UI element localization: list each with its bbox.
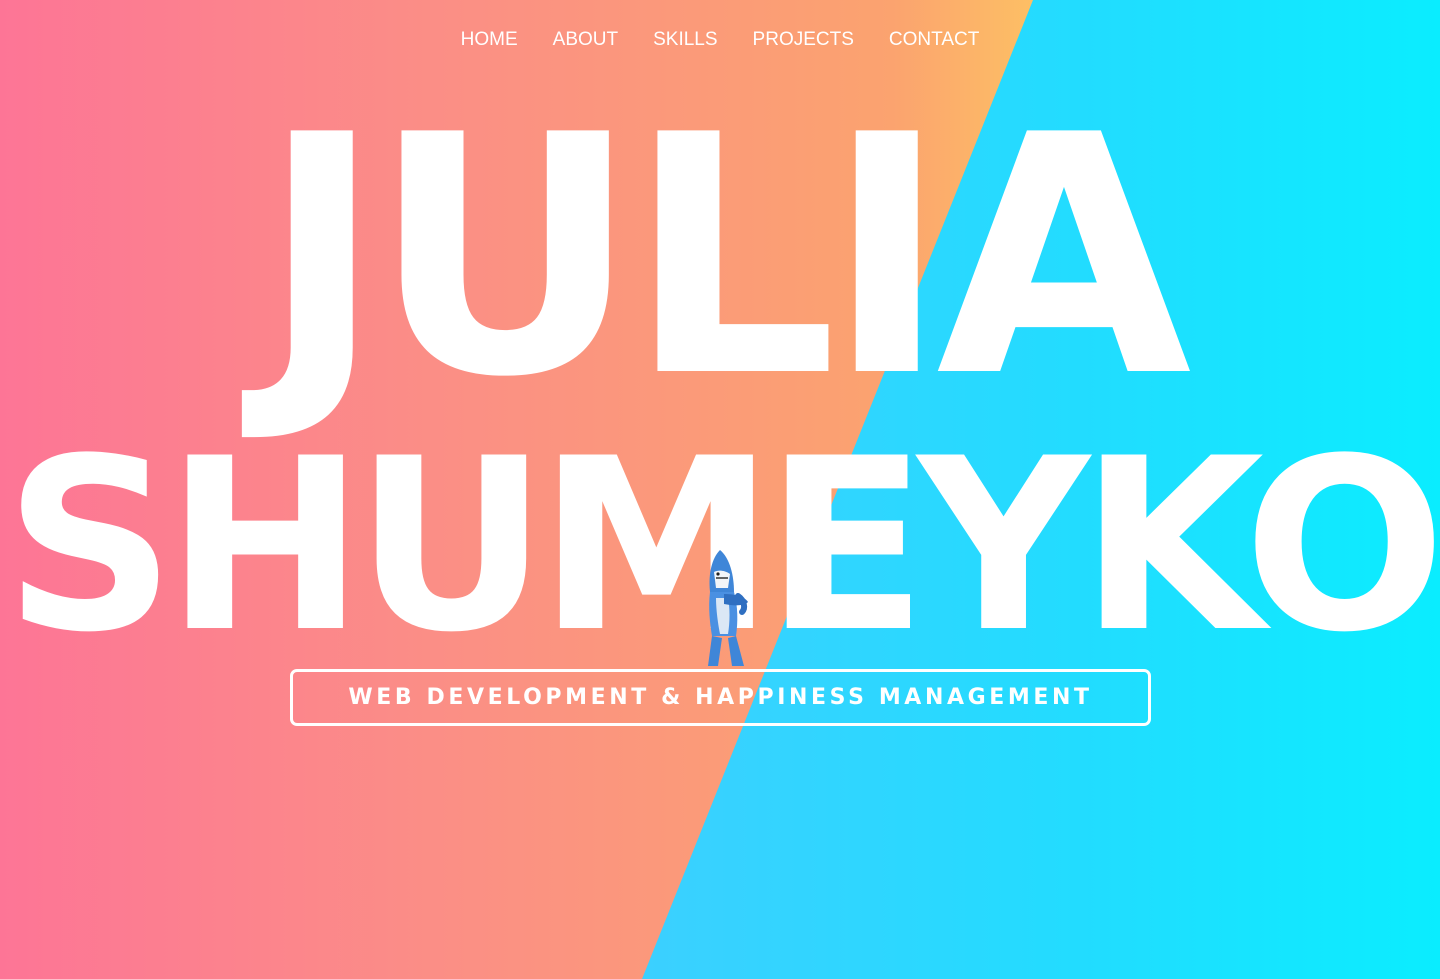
tagline-text: WEB DEVELOPMENT & HAPPINESS MANAGEMENT <box>348 685 1093 710</box>
tagline-box: WEB DEVELOPMENT & HAPPINESS MANAGEMENT <box>290 669 1151 726</box>
hero-first-name: JULIA <box>260 65 1191 449</box>
dancing-shark-icon <box>708 550 748 666</box>
nav-home-link[interactable]: HOME <box>461 28 518 52</box>
nav-projects-link[interactable]: PROJECTS <box>753 28 854 52</box>
nav-contact-link[interactable]: CONTACT <box>889 28 979 52</box>
main-nav: HOME ABOUT SKILLS PROJECTS CONTACT <box>0 28 1440 52</box>
nav-about-link[interactable]: ABOUT <box>553 28 618 52</box>
nav-skills-link[interactable]: SKILLS <box>653 28 717 52</box>
